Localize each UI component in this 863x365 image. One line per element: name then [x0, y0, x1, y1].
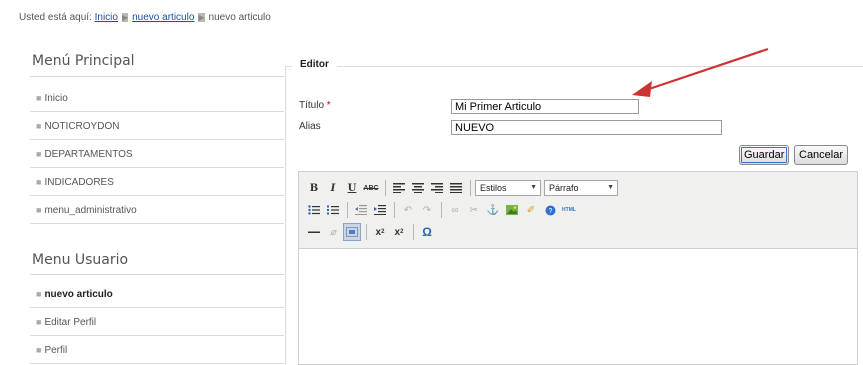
- toolbar-separator: [394, 202, 395, 218]
- menu-item-label: Inicio: [44, 93, 68, 104]
- menu-item-label: Perfil: [44, 345, 68, 356]
- menu-item-label: INDICADORES: [44, 177, 114, 188]
- breadcrumb-link-inicio[interactable]: Inicio: [95, 12, 118, 23]
- breadcrumb-separator-icon: ▶: [198, 13, 205, 22]
- toolbar-separator: [385, 180, 386, 196]
- underline-icon[interactable]: U: [343, 179, 361, 197]
- html-icon[interactable]: HTML: [560, 201, 578, 219]
- outdent-icon[interactable]: [352, 201, 370, 219]
- bullet-icon: ■: [36, 149, 42, 159]
- rich-text-editor: B I U ABC Estilos ▼ Párrafo ▼ ↶ ↷ ∞ ✂ ⚓: [298, 171, 858, 365]
- bullet-icon: ■: [36, 121, 42, 131]
- styles-select-value: Estilos: [480, 183, 507, 193]
- cleanup-icon[interactable]: ✐: [522, 201, 540, 219]
- menu-item-departamentos[interactable]: ■ DEPARTAMENTOS: [30, 140, 284, 168]
- menu-item-label: nuevo articulo: [44, 289, 113, 300]
- link-icon[interactable]: ∞: [446, 201, 464, 219]
- breadcrumb: Usted está aquí: Inicio ▶ nuevo articulo ▶ n…: [19, 12, 271, 23]
- title-label: Título *: [299, 100, 331, 111]
- help-icon[interactable]: ?: [541, 201, 559, 219]
- menu-principal-divider: [30, 76, 284, 77]
- bullet-icon: ■: [36, 289, 42, 299]
- strikethrough-icon[interactable]: ABC: [362, 179, 380, 197]
- menu-usuario-divider: [30, 274, 284, 275]
- toolbar-separator: [347, 202, 348, 218]
- format-select[interactable]: Párrafo ▼: [544, 180, 618, 196]
- menu-item-perfil[interactable]: ■ Perfil: [30, 336, 284, 364]
- menu-item-label: Editar Perfil: [44, 317, 97, 328]
- breadcrumb-separator-icon: ▶: [121, 13, 129, 22]
- align-center-icon[interactable]: [409, 179, 427, 197]
- menu-item-label: NOTICROYDON: [44, 121, 120, 132]
- menu-item-label: menu_administrativo: [44, 205, 137, 216]
- image-icon[interactable]: [503, 201, 521, 219]
- bullet-icon: ■: [36, 93, 42, 103]
- required-mark: *: [326, 100, 331, 111]
- bold-icon[interactable]: B: [305, 179, 323, 197]
- visual-aid-icon[interactable]: [343, 223, 361, 241]
- title-label-text: Título: [299, 100, 325, 111]
- superscript-icon[interactable]: x2: [390, 223, 408, 241]
- menu-item-inicio[interactable]: ■ Inicio: [30, 84, 284, 112]
- toolbar-separator: [470, 180, 471, 196]
- align-justify-icon[interactable]: [447, 179, 465, 197]
- alias-input[interactable]: [451, 120, 722, 135]
- menu-item-indicadores[interactable]: ■ INDICADORES: [30, 168, 284, 196]
- numbered-list-icon[interactable]: [324, 201, 342, 219]
- bullet-icon: ■: [36, 205, 42, 215]
- cancel-button[interactable]: Cancelar: [794, 145, 849, 165]
- svg-text:?: ?: [548, 208, 552, 215]
- menu-principal-title: Menú Principal: [32, 53, 135, 69]
- toolbar-row-2: ↶ ↷ ∞ ✂ ⚓ ✐ ? HTML: [305, 200, 579, 220]
- bullet-icon: ■: [36, 317, 42, 327]
- horizontal-rule-icon[interactable]: [305, 223, 323, 241]
- italic-icon[interactable]: I: [324, 179, 342, 197]
- toolbar-separator: [366, 224, 367, 240]
- chevron-down-icon: ▼: [607, 184, 614, 191]
- align-left-icon[interactable]: [390, 179, 408, 197]
- save-button[interactable]: Guardar: [739, 145, 790, 165]
- bullet-icon: ■: [36, 177, 42, 187]
- unlink-icon[interactable]: ✂: [465, 201, 483, 219]
- indent-icon[interactable]: [371, 201, 389, 219]
- alias-label: Alias: [299, 121, 321, 132]
- toolbar-row-1: B I U ABC Estilos ▼ Párrafo ▼: [305, 178, 621, 198]
- redo-icon[interactable]: ↷: [418, 201, 436, 219]
- undo-icon[interactable]: ↶: [399, 201, 417, 219]
- toolbar-separator: [413, 224, 414, 240]
- menu-usuario-title: Menu Usuario: [32, 252, 129, 268]
- format-select-value: Párrafo: [549, 183, 579, 193]
- breadcrumb-link-nuevo-articulo[interactable]: nuevo articulo: [132, 12, 194, 23]
- toolbar-separator: [441, 202, 442, 218]
- fieldset-legend: Editor: [292, 59, 337, 70]
- menu-item-label: DEPARTAMENTOS: [44, 149, 133, 160]
- menu-item-menu-administrativo[interactable]: ■ menu_administrativo: [30, 196, 284, 224]
- fieldset-border: [285, 66, 863, 67]
- menu-item-noticroydon[interactable]: ■ NOTICROYDON: [30, 112, 284, 140]
- subscript-icon[interactable]: x2: [371, 223, 389, 241]
- editor-content-area[interactable]: [299, 249, 857, 364]
- toolbar-row-3: ⌀ x2 x2 Ω: [305, 222, 437, 242]
- anchor-icon[interactable]: ⚓: [484, 201, 502, 219]
- menu-item-editar-perfil[interactable]: ■ Editar Perfil: [30, 308, 284, 336]
- remove-format-icon[interactable]: ⌀: [324, 223, 342, 241]
- editor-toolbar: B I U ABC Estilos ▼ Párrafo ▼ ↶ ↷ ∞ ✂ ⚓: [299, 172, 857, 249]
- breadcrumb-current: nuevo articulo: [208, 12, 271, 23]
- menu-item-nuevo-articulo[interactable]: ■ nuevo articulo: [30, 280, 284, 308]
- styles-select[interactable]: Estilos ▼: [475, 180, 541, 196]
- chevron-down-icon: ▼: [530, 184, 537, 191]
- fieldset-border: [285, 66, 286, 365]
- title-input[interactable]: [451, 99, 639, 114]
- bullet-icon: ■: [36, 345, 42, 355]
- align-right-icon[interactable]: [428, 179, 446, 197]
- breadcrumb-prefix: Usted está aquí:: [19, 12, 92, 23]
- special-char-icon[interactable]: Ω: [418, 223, 436, 241]
- bullet-list-icon[interactable]: [305, 201, 323, 219]
